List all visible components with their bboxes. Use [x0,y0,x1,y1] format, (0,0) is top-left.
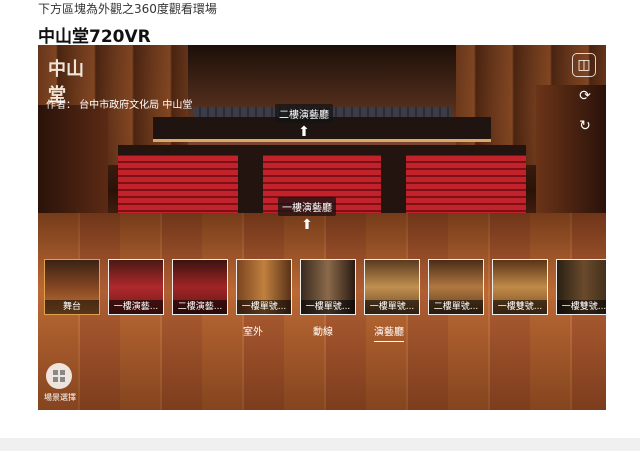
gyro-icon[interactable]: ⟳ [574,85,596,107]
scene-select-label: 場景選擇 [44,393,76,402]
thumbnail-scene[interactable]: 一樓雙號... [492,259,548,315]
tab-route[interactable]: 動線 [313,323,333,341]
scene-group-tabs: 室外 動線 演藝廳 [38,323,606,343]
thumbnail-scene[interactable]: 一樓單號... [300,259,356,315]
tab-outdoor[interactable]: 室外 [243,323,263,341]
arrow-up-icon: ⬆ [301,217,313,233]
arrow-up-icon: ⬆ [298,124,310,140]
page-footer-bar [0,438,640,451]
page-title: 中山堂720VR [38,27,151,47]
thumbnail-stage[interactable]: 舞台 [44,259,100,315]
thumbnail-scene[interactable]: 二樓演藝... [172,259,228,315]
thumbnail-scene[interactable]: 一樓演藝... [108,259,164,315]
page-hint: 下方區塊為外觀之360度觀看環場 [38,2,217,16]
hotspot-1f-hall[interactable]: 一樓演藝廳 ⬆ [278,196,336,232]
thumbnail-scene[interactable]: 一樓雙號... [556,259,606,315]
thumbnail-scene[interactable]: 一樓單號... [236,259,292,315]
vr-viewer[interactable]: 中山堂 作者： 台中市政府文化局 中山堂 ◫ ⟳ ↻ 二樓演藝廳 ⬆ 一樓演藝廳… [38,45,606,410]
hotspot-label: 一樓演藝廳 [278,197,336,216]
grid-icon [53,370,65,382]
seats-left [118,155,238,217]
venue-logo: 中山堂 [48,59,84,106]
tab-hall[interactable]: 演藝廳 [374,323,404,342]
scene-select-button[interactable] [46,363,72,389]
author-credit: 作者： 台中市政府文化局 中山堂 [46,100,193,111]
hotspot-label: 二樓演藝廳 [275,104,333,123]
rotate-icon[interactable]: ↻ [574,115,596,137]
balcony-light [153,139,491,142]
thumbnail-scene[interactable]: 二樓單號... [428,259,484,315]
seats-right [406,155,526,217]
vr-icon[interactable]: ◫ [572,53,596,77]
thumbnail-scene[interactable]: 一樓單號... [364,259,420,315]
hotspot-2f-hall[interactable]: 二樓演藝廳 ⬆ [275,103,333,139]
scene-thumbnails: 舞台 一樓演藝... 二樓演藝... 一樓單號... 一樓單號... 一樓單號.… [44,259,606,319]
